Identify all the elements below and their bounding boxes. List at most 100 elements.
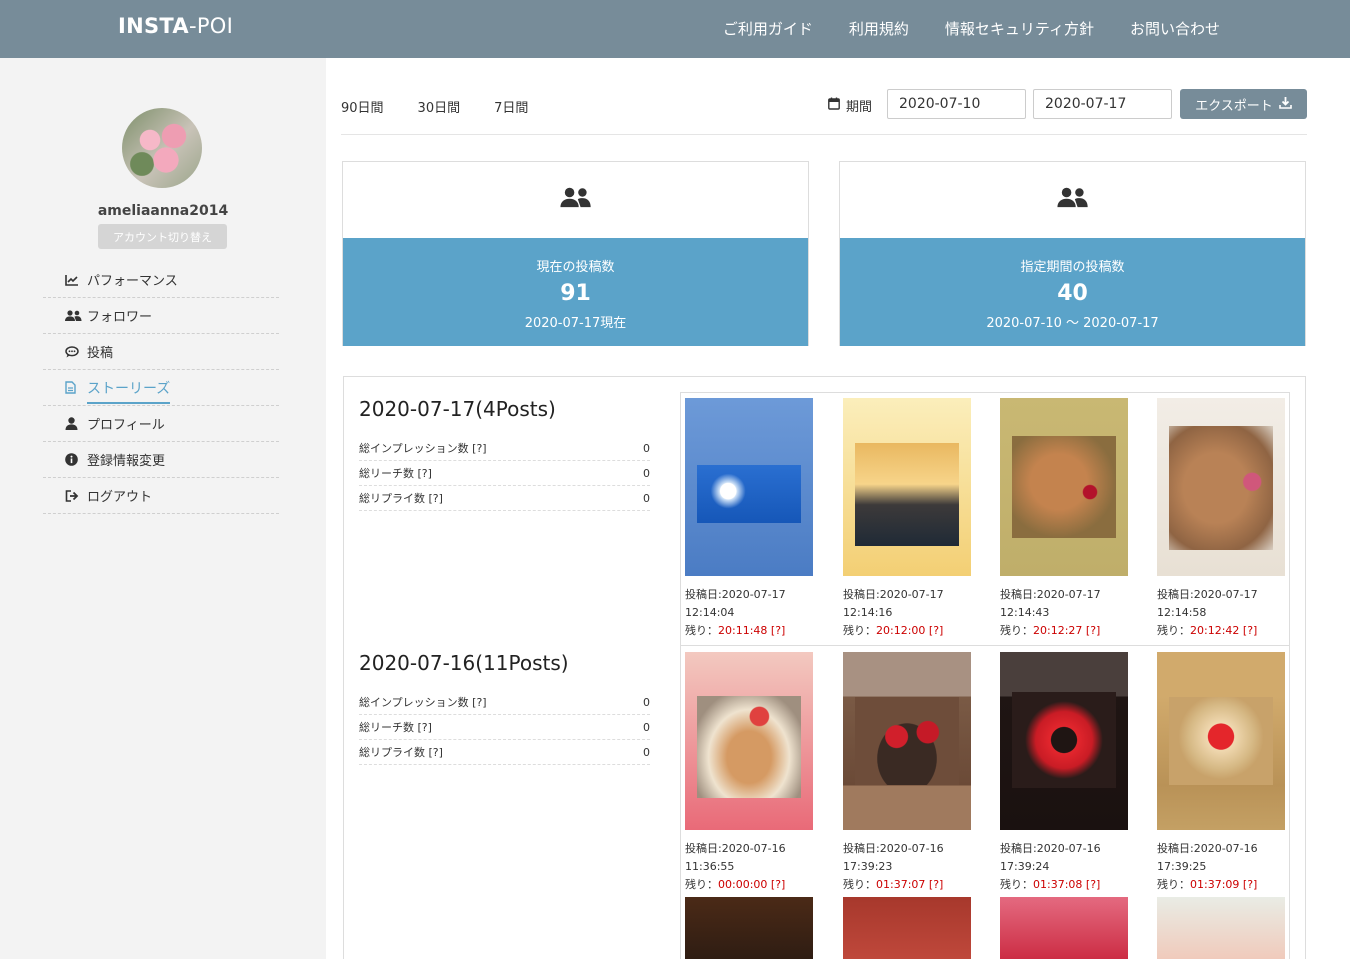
- sidebar-item-label: 投稿: [87, 346, 114, 361]
- story-thumbnail[interactable]: [843, 897, 971, 959]
- metric-value: 0: [643, 745, 650, 759]
- metric-value: 0: [643, 466, 650, 480]
- story-thumbnail[interactable]: [1157, 398, 1285, 576]
- story-thumbnail[interactable]: [685, 398, 813, 576]
- story-time: 12:14:43: [1000, 606, 1050, 619]
- divider: [341, 134, 1307, 135]
- story-time: 17:39:24: [1000, 860, 1050, 873]
- day-metrics: 総インプレッション数 [?] 0 総リーチ数 [?] 0 総リプライ数 [?] 0: [359, 690, 650, 765]
- sidebar-item-label: フォロワー: [87, 310, 153, 325]
- metric-label[interactable]: 総リーチ数 [?]: [359, 465, 432, 481]
- metric-label[interactable]: 総リプライ数 [?]: [359, 490, 443, 506]
- metric-row: 総インプレッション数 [?] 0: [359, 690, 650, 715]
- story-card[interactable]: 投稿日:2020-07-16 11:36:55 残り：00:00:00 [?]: [685, 652, 813, 894]
- sidebar-item-performance[interactable]: パフォーマンス: [43, 262, 279, 298]
- export-button[interactable]: エクスポート: [1180, 89, 1307, 119]
- story-thumbnail[interactable]: [843, 398, 971, 576]
- stat-title: 現在の投稿数: [536, 260, 615, 275]
- metric-value: 0: [643, 720, 650, 734]
- metric-value: 0: [643, 695, 650, 709]
- stat-card-period-posts: 指定期間の投稿数 40 2020-07-10 ～ 2020-07-17: [839, 161, 1306, 346]
- nav-security-policy[interactable]: 情報セキュリティ方針: [945, 18, 1094, 39]
- story-time: 17:39:25: [1157, 860, 1207, 873]
- story-time: 11:36:55: [685, 860, 735, 873]
- avatar: [122, 108, 202, 188]
- story-thumbnail[interactable]: [1000, 398, 1128, 576]
- nav-terms[interactable]: 利用規約: [849, 18, 909, 39]
- info-circle-icon: [65, 453, 87, 466]
- story-grid: 投稿日:2020-07-17 12:14:04 残り：20:11:48 [?] …: [680, 392, 1290, 959]
- metric-row: 総インプレッション数 [?] 0: [359, 436, 650, 461]
- date-to-input[interactable]: [1033, 89, 1172, 119]
- story-thumbnail[interactable]: [843, 652, 971, 830]
- metric-label[interactable]: 総インプレッション数 [?]: [359, 694, 487, 710]
- period-label-text: 期間: [846, 100, 873, 115]
- sidebar-item-stories[interactable]: ストーリーズ: [43, 370, 279, 406]
- story-card[interactable]: [685, 897, 813, 959]
- story-thumbnail[interactable]: [1157, 652, 1285, 830]
- metric-label[interactable]: 総リプライ数 [?]: [359, 744, 443, 760]
- sidebar-item-label: プロフィール: [87, 418, 165, 433]
- sign-out-icon: [65, 489, 87, 502]
- metric-label[interactable]: 総リーチ数 [?]: [359, 719, 432, 735]
- day-metrics: 総インプレッション数 [?] 0 総リーチ数 [?] 0 総リプライ数 [?] 0: [359, 436, 650, 511]
- metric-value: 0: [643, 491, 650, 505]
- story-thumbnail[interactable]: [1000, 652, 1128, 830]
- stat-card-current-posts: 現在の投稿数 91 2020-07-17現在: [342, 161, 809, 346]
- sidebar-item-logout[interactable]: ログアウト: [43, 478, 279, 514]
- metric-label[interactable]: 総インプレッション数 [?]: [359, 440, 487, 456]
- story-time: 12:14:58: [1157, 606, 1207, 619]
- period-7-days[interactable]: 7日間: [494, 97, 528, 116]
- username: ameliaanna2014: [97, 203, 229, 219]
- period-30-days[interactable]: 30日間: [418, 97, 461, 116]
- top-nav: ご利用ガイド 利用規約 情報セキュリティ方針 お問い合わせ: [723, 18, 1220, 39]
- sidebar-item-account-settings[interactable]: 登録情報変更: [43, 442, 279, 478]
- story-card[interactable]: 投稿日:2020-07-16 17:39:23 残り：01:37:07 [?]: [843, 652, 971, 894]
- period-label: 期間: [828, 96, 872, 115]
- story-remaining: 残り：01:37:08 [?]: [1000, 878, 1101, 891]
- story-thumbnail[interactable]: [1000, 897, 1128, 959]
- story-card[interactable]: 投稿日:2020-07-17 12:14:43 残り：20:12:27 [?]: [1000, 398, 1128, 640]
- sidebar-item-profile[interactable]: プロフィール: [43, 406, 279, 442]
- switch-account-button[interactable]: アカウント切り替え: [98, 224, 227, 249]
- stat-number: 40: [1057, 281, 1088, 306]
- story-card[interactable]: 投稿日:2020-07-17 12:14:16 残り：20:12:00 [?]: [843, 398, 971, 640]
- story-card[interactable]: 投稿日:2020-07-17 12:14:58 残り：20:12:42 [?]: [1157, 398, 1285, 640]
- story-card[interactable]: [1000, 897, 1128, 959]
- story-remaining: 残り：20:11:48 [?]: [685, 624, 786, 637]
- story-date: 投稿日:2020-07-16: [1000, 842, 1101, 855]
- comment-icon: [65, 345, 87, 358]
- download-icon: [1279, 96, 1292, 113]
- story-thumbnail[interactable]: [685, 897, 813, 959]
- date-from-input[interactable]: [887, 89, 1026, 119]
- metric-row: 総リプライ数 [?] 0: [359, 486, 650, 511]
- story-card[interactable]: [843, 897, 971, 959]
- story-card[interactable]: 投稿日:2020-07-17 12:14:04 残り：20:11:48 [?]: [685, 398, 813, 640]
- logo[interactable]: INSTA-POI: [118, 14, 233, 38]
- sidebar: ameliaanna2014 アカウント切り替え パフォーマンス フォロワー 投…: [0, 58, 326, 959]
- metric-value: 0: [643, 441, 650, 455]
- metric-row: 総リーチ数 [?] 0: [359, 715, 650, 740]
- calendar-icon: [828, 97, 840, 114]
- story-date: 投稿日:2020-07-16: [843, 842, 944, 855]
- story-card[interactable]: 投稿日:2020-07-16 17:39:25 残り：01:37:09 [?]: [1157, 652, 1285, 894]
- story-remaining: 残り：00:00:00 [?]: [685, 878, 786, 891]
- story-row: [681, 897, 1289, 959]
- sidebar-item-posts[interactable]: 投稿: [43, 334, 279, 370]
- story-card[interactable]: [1157, 897, 1285, 959]
- nav-contact[interactable]: お問い合わせ: [1130, 18, 1220, 39]
- sidebar-item-followers[interactable]: フォロワー: [43, 298, 279, 334]
- story-row: 投稿日:2020-07-17 12:14:04 残り：20:11:48 [?] …: [681, 393, 1289, 646]
- story-date: 投稿日:2020-07-17: [843, 588, 944, 601]
- story-thumbnail[interactable]: [1157, 897, 1285, 959]
- story-card[interactable]: 投稿日:2020-07-16 17:39:24 残り：01:37:08 [?]: [1000, 652, 1128, 894]
- story-remaining: 残り：20:12:27 [?]: [1000, 624, 1101, 637]
- story-date: 投稿日:2020-07-16: [1157, 842, 1258, 855]
- story-remaining: 残り：01:37:09 [?]: [1157, 878, 1258, 891]
- story-thumbnail[interactable]: [685, 652, 813, 830]
- nav-guide[interactable]: ご利用ガイド: [723, 18, 813, 39]
- chart-line-icon: [65, 274, 87, 286]
- period-90-days[interactable]: 90日間: [341, 97, 384, 116]
- sidebar-item-label: ログアウト: [87, 490, 153, 505]
- story-time: 12:14:04: [685, 606, 735, 619]
